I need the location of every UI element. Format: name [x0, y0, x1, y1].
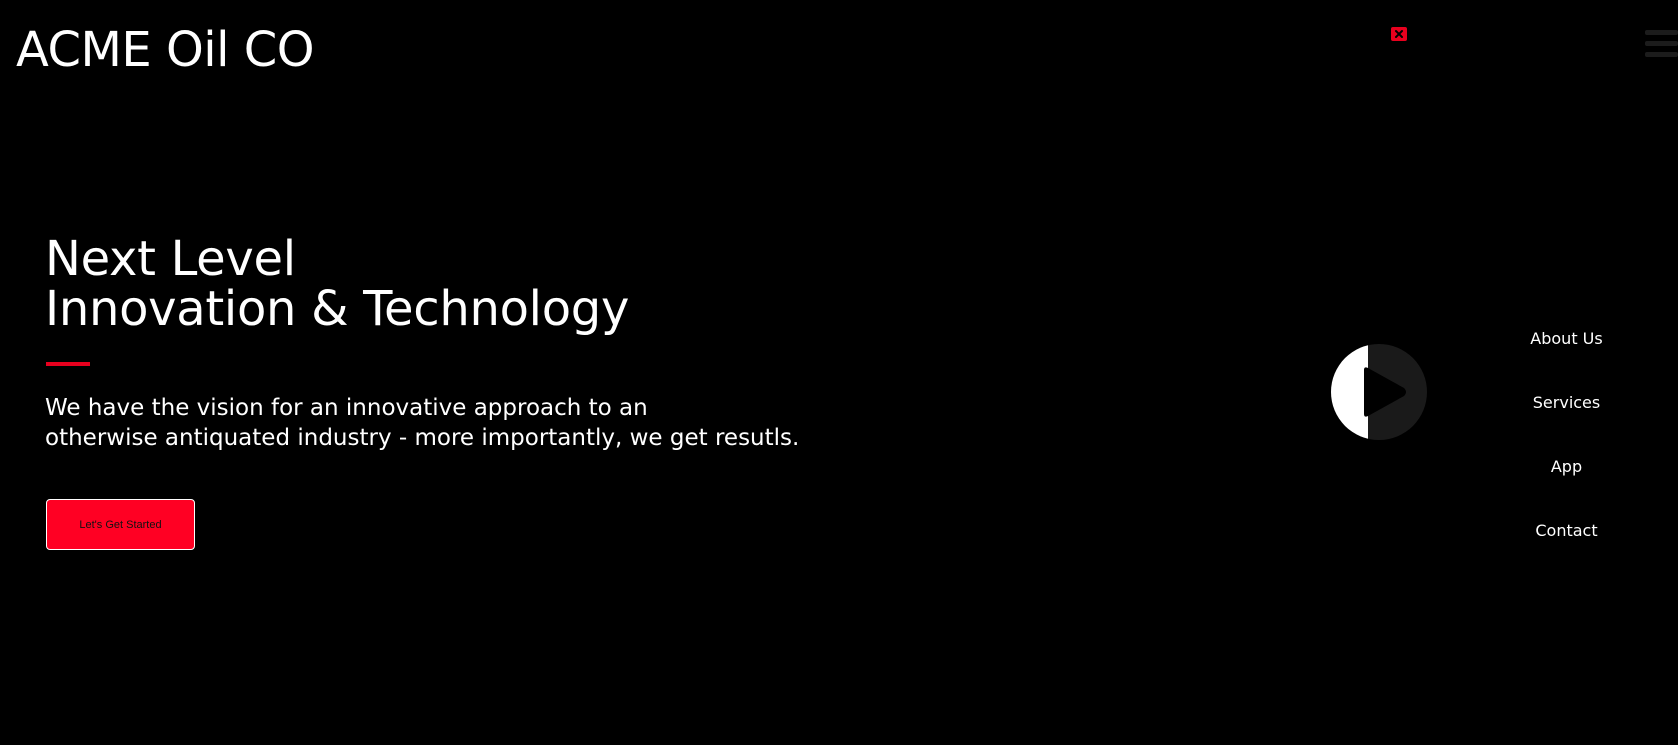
hero-title-line: Innovation & Technology — [45, 281, 630, 337]
hamburger-bar — [1645, 41, 1678, 46]
hamburger-menu-icon[interactable] — [1645, 30, 1678, 58]
hero-subtitle-line: otherwise antiquated industry - more imp… — [45, 425, 800, 451]
close-icon[interactable] — [1391, 27, 1407, 41]
play-icon[interactable] — [1331, 344, 1427, 440]
nav-link-about-us[interactable]: About Us — [1500, 315, 1633, 363]
nav-item-contact: Contact — [1500, 507, 1633, 571]
nav-item-services: Services — [1500, 379, 1633, 443]
nav-link-app[interactable]: App — [1500, 443, 1633, 491]
nav-item-app: App — [1500, 443, 1633, 507]
hero-title-line: Next Level — [45, 231, 296, 287]
main-nav: About Us Services App Contact — [1500, 315, 1633, 571]
site-logo[interactable]: ACME Oil CO — [16, 22, 315, 78]
nav-item-about: About Us — [1500, 315, 1633, 379]
get-started-button[interactable]: Let's Get Started — [46, 499, 195, 550]
hamburger-bar — [1645, 30, 1678, 35]
hero-subtitle: We have the vision for an innovative app… — [45, 393, 805, 453]
hero-title: Next Level Innovation & Technology — [45, 234, 629, 334]
nav-link-contact[interactable]: Contact — [1500, 507, 1633, 555]
hamburger-bar — [1645, 52, 1678, 57]
nav-link-services[interactable]: Services — [1500, 379, 1633, 427]
accent-divider — [46, 362, 90, 366]
page: ACME Oil CO Next Level Innovation & Tech… — [0, 0, 1678, 745]
hero-subtitle-line: We have the vision for an innovative app… — [45, 395, 648, 421]
